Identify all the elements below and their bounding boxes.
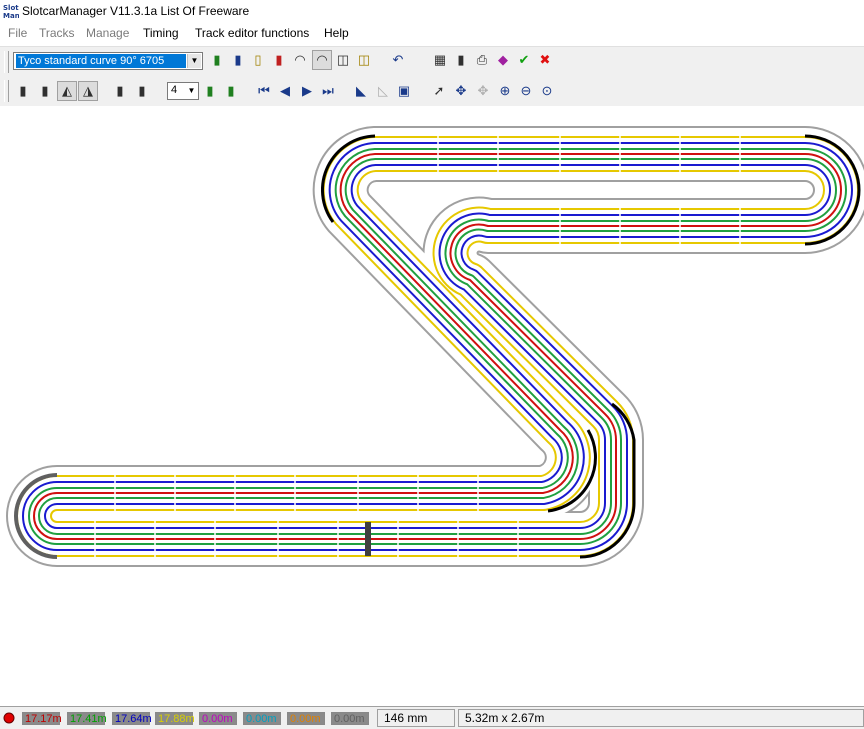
rail-view-1-icon[interactable]: ▮	[110, 81, 130, 101]
first-piece-icon[interactable]: ⏮	[254, 81, 274, 101]
lane-length-1: 17.17m	[22, 712, 62, 725]
lanes-value: 4	[171, 84, 178, 96]
menu-file[interactable]: File	[8, 26, 27, 40]
lane-length-6: 0.00m	[243, 712, 281, 725]
curve-right-icon[interactable]: ◠	[312, 50, 332, 70]
piece-size: 146 mm	[377, 709, 455, 727]
cancel-icon[interactable]: ✖	[535, 50, 555, 70]
track-dimensions: 5.32m x 2.67m	[458, 709, 864, 727]
menu-timing[interactable]: Timing	[143, 26, 179, 40]
lane-length-8: 0.00m	[331, 712, 369, 725]
lane-color-2-icon[interactable]: ▮	[221, 81, 241, 101]
previous-piece-icon[interactable]: ◀	[275, 81, 295, 101]
svg-text:Man: Man	[3, 12, 19, 19]
record-indicator-icon[interactable]	[3, 712, 15, 724]
start-finish-line[interactable]	[365, 522, 371, 556]
export-icon[interactable]: ◆	[493, 50, 513, 70]
menu-help[interactable]: Help	[324, 26, 349, 40]
add-straight-icon[interactable]: ▮	[207, 50, 227, 70]
menu-tracks[interactable]: Tracks	[39, 26, 75, 40]
zoom-in-icon[interactable]: ⊕	[495, 81, 515, 101]
toolbar-grip[interactable]	[4, 51, 9, 73]
track-piece-value: Tyco standard curve 90° 6705	[16, 54, 186, 68]
zoom-fit-icon[interactable]: ⊙	[537, 81, 557, 101]
add-chicane-icon[interactable]: ▯	[248, 50, 268, 70]
add-straight-double-icon[interactable]: ▮	[228, 50, 248, 70]
toolbar-grip[interactable]	[4, 80, 9, 102]
rotate-icon[interactable]: ✥	[451, 81, 471, 101]
menu-track-editor[interactable]: Track editor functions	[195, 26, 309, 40]
measure-disabled-icon[interactable]: ◺	[373, 81, 393, 101]
dimension-icon[interactable]: ▣	[394, 81, 414, 101]
lane-view-4-icon[interactable]: ◮	[78, 81, 98, 101]
window-title: SlotcarManager V11.3.1a List Of Freeware	[22, 4, 250, 18]
title-bar: Slot Man SlotcarManager V11.3.1a List Of…	[0, 0, 864, 23]
lane-view-3-icon[interactable]: ◭	[57, 81, 77, 101]
lane-length-5: 0.00m	[199, 712, 237, 725]
lane-length-7: 0.00m	[287, 712, 325, 725]
list-icon[interactable]: ▮	[451, 50, 471, 70]
accept-icon[interactable]: ✔	[514, 50, 534, 70]
pointer-icon[interactable]: ➚	[429, 81, 449, 101]
slotcar-manager-icon: Slot Man	[3, 3, 19, 19]
print-icon[interactable]: ⎙	[472, 50, 492, 70]
menu-manage[interactable]: Manage	[86, 26, 129, 40]
svg-text:Slot: Slot	[3, 4, 19, 12]
track-piece-select[interactable]: Tyco standard curve 90° 6705 ▼	[13, 52, 203, 70]
lane-length-3: 17.64m	[112, 712, 152, 725]
track-layout[interactable]	[0, 106, 864, 706]
move-disabled-icon[interactable]: ✥	[473, 81, 493, 101]
add-crossover-icon[interactable]: ▮	[269, 50, 289, 70]
rail-view-2-icon[interactable]: ▮	[132, 81, 152, 101]
lane-view-1-icon[interactable]: ▮	[13, 81, 33, 101]
grid-icon[interactable]: ▦	[430, 50, 450, 70]
lanes-select[interactable]: 4 ▼	[167, 82, 199, 100]
chevron-down-icon[interactable]: ▼	[186, 84, 197, 98]
lane-length-4: 17.88m	[155, 712, 195, 725]
zoom-out-icon[interactable]: ⊖	[516, 81, 536, 101]
track-canvas[interactable]	[0, 106, 864, 706]
lane-view-2-icon[interactable]: ▮	[35, 81, 55, 101]
paste-piece-icon[interactable]: ◫	[354, 50, 374, 70]
status-bar: 17.17m 17.41m 17.64m 17.88m 0.00m 0.00m 0.00m 0…	[0, 706, 864, 729]
measure-icon[interactable]: ◣	[351, 81, 371, 101]
chevron-down-icon[interactable]: ▼	[187, 54, 201, 68]
curve-left-icon[interactable]: ◠	[290, 50, 310, 70]
menu-bar: File Tracks Manage Timing Track editor f…	[0, 23, 864, 43]
last-piece-icon[interactable]: ⏭	[318, 81, 338, 101]
lane-color-icon[interactable]: ▮	[200, 81, 220, 101]
next-piece-icon[interactable]: ▶	[297, 81, 317, 101]
undo-icon[interactable]: ↶	[388, 50, 408, 70]
lane-length-2: 17.41m	[67, 712, 107, 725]
copy-piece-icon[interactable]: ◫	[333, 50, 353, 70]
